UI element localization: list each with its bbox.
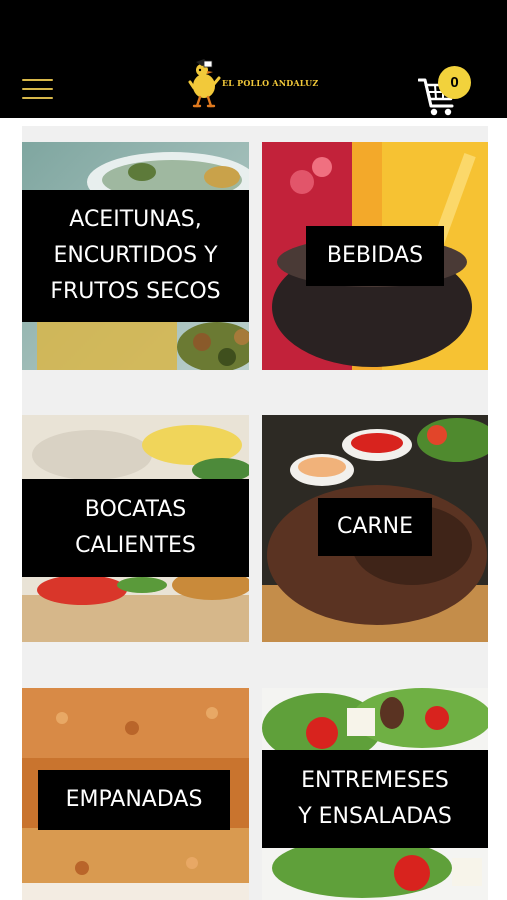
category-tile-carne[interactable]: CARNE (262, 415, 488, 642)
category-tile-empanadas[interactable]: EMPANADAS (22, 688, 249, 900)
cart-button[interactable]: 0 (418, 66, 476, 118)
category-label: CARNE (318, 498, 432, 556)
category-tile-aceitunas[interactable]: ACEITUNAS, ENCURTIDOS Y FRUTOS SECOS (22, 142, 249, 370)
brand-name: EL POLLO ANDALUZ (222, 78, 319, 88)
category-tile-bocatas-calientes[interactable]: BOCATAS CALIENTES (22, 415, 249, 642)
category-label: BOCATAS CALIENTES (22, 479, 249, 577)
category-label: EMPANADAS (38, 770, 230, 830)
category-label: BEBIDAS (306, 226, 444, 286)
hamburger-menu-icon[interactable] (22, 79, 53, 101)
category-tile-entremeses-y-ensaladas[interactable]: ENTREMESES Y ENSALADAS (262, 688, 488, 900)
category-label: ENTREMESES Y ENSALADAS (262, 750, 488, 848)
category-label: ACEITUNAS, ENCURTIDOS Y FRUTOS SECOS (22, 190, 249, 322)
chicken-mascot-logo (188, 59, 221, 108)
cart-count-badge: 0 (438, 66, 471, 99)
category-tile-bebidas[interactable]: BEBIDAS (262, 142, 488, 370)
app-header: EL POLLO ANDALUZ 0 (0, 0, 507, 118)
brand-logo[interactable]: EL POLLO ANDALUZ (188, 58, 318, 108)
